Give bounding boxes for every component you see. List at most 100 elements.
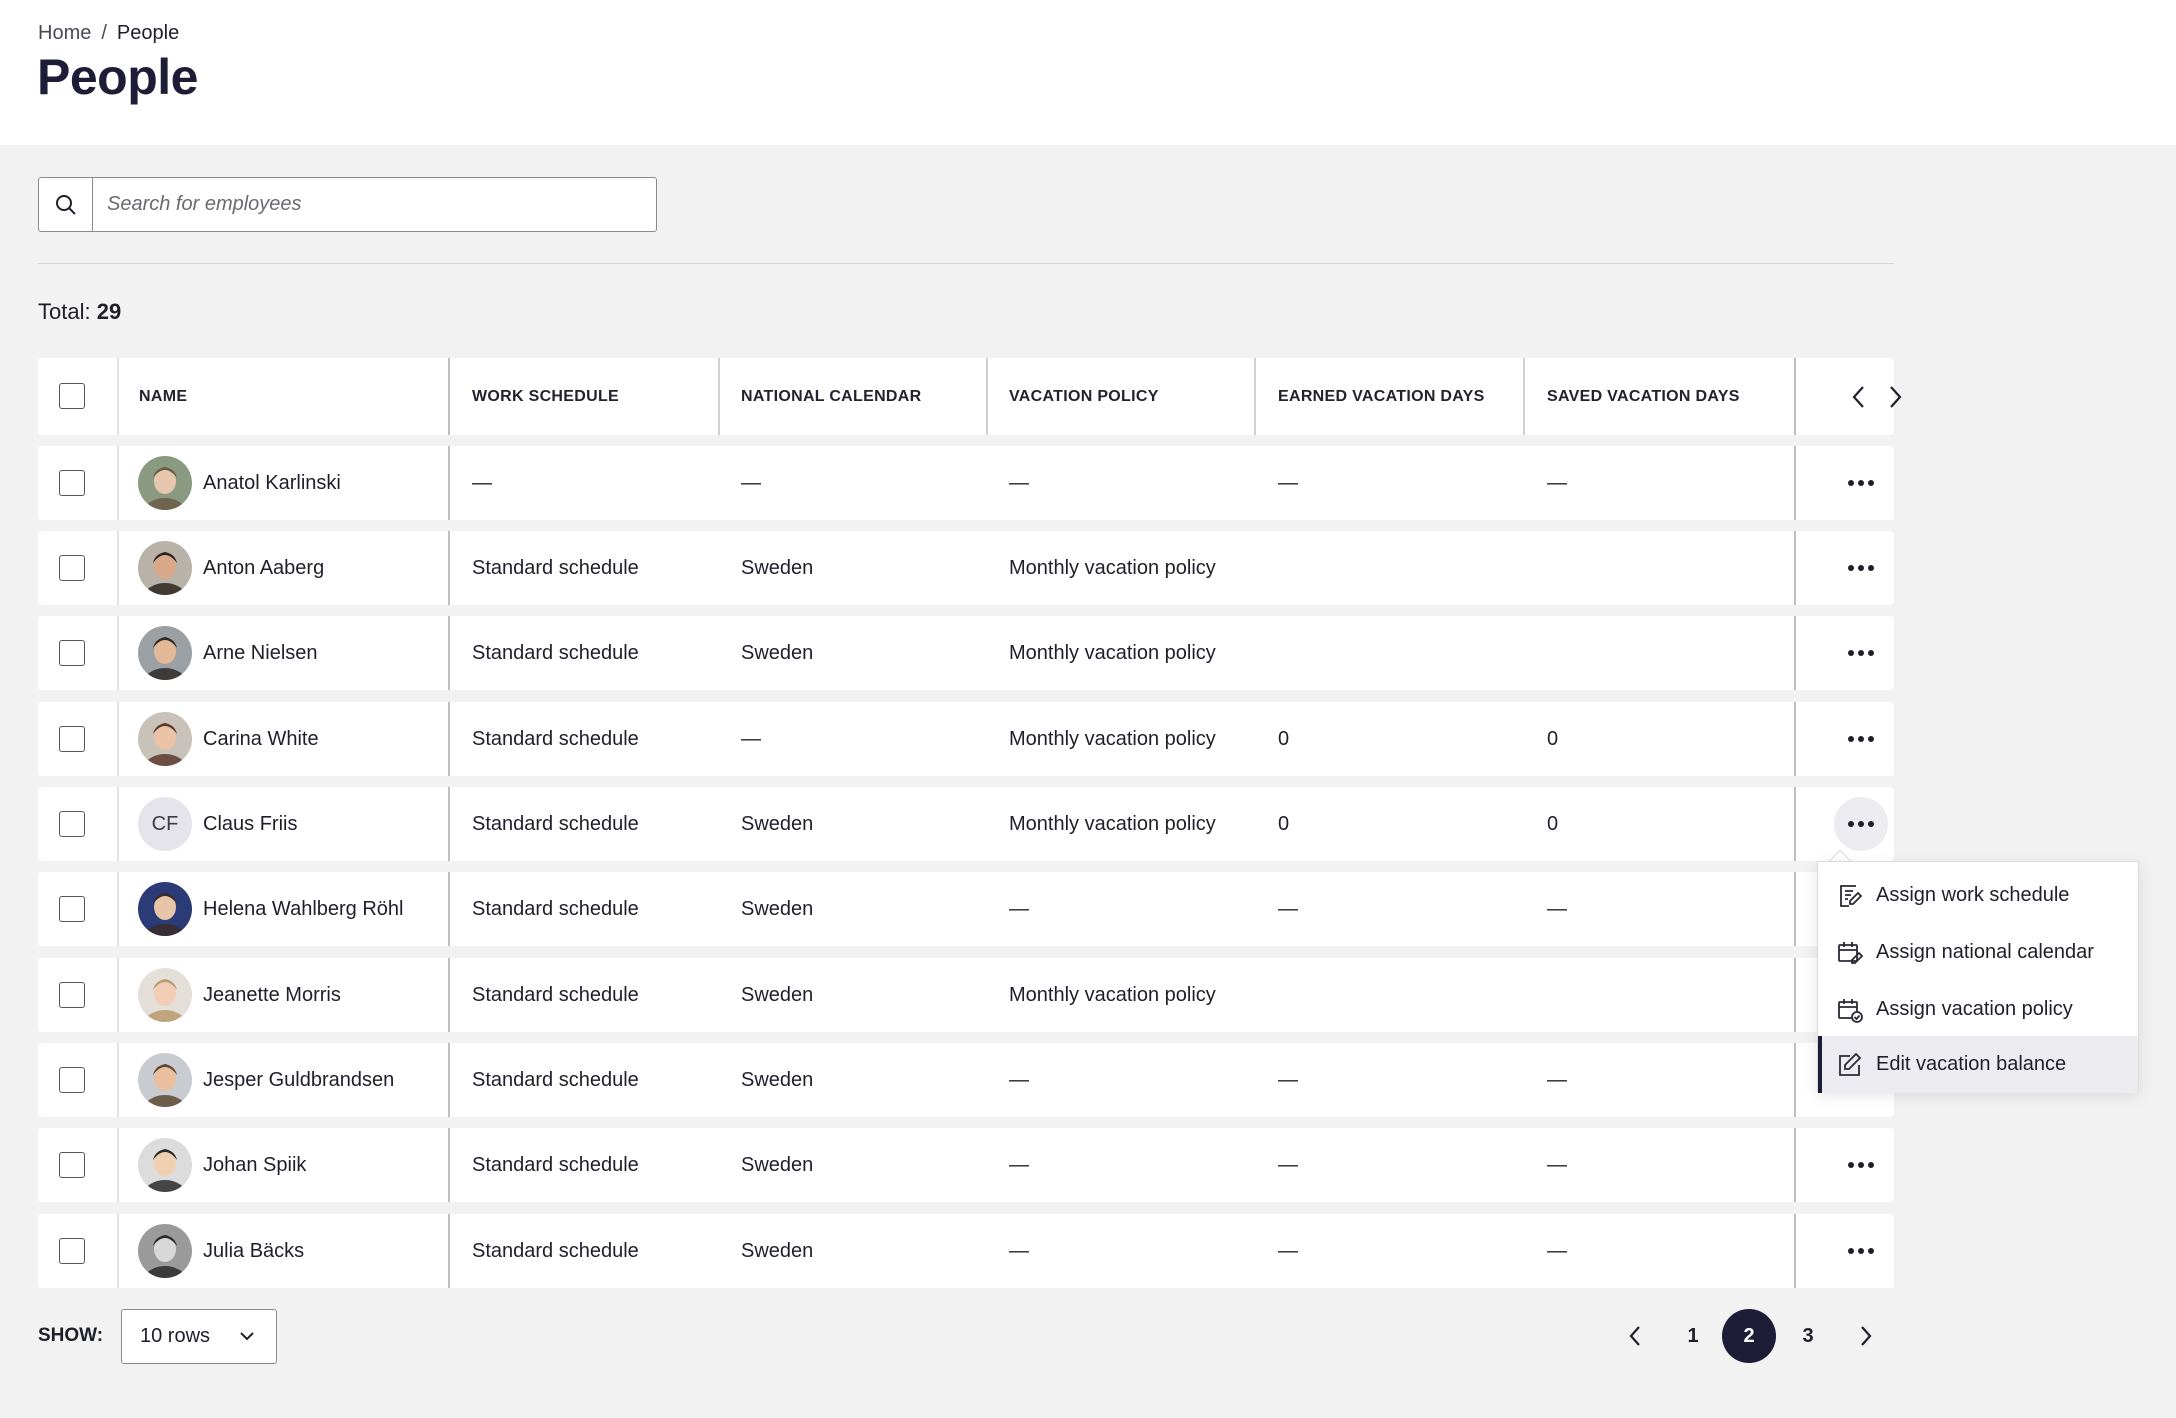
employee-name[interactable]: Anton Aaberg [203, 531, 324, 605]
column-divider [448, 358, 450, 435]
column-divider [448, 787, 450, 861]
row-actions-button[interactable] [1834, 1224, 1888, 1278]
row-actions-button[interactable] [1834, 541, 1888, 595]
menu-item-edit-vacation-balance[interactable]: Edit vacation balance [1818, 1036, 2138, 1093]
employee-name[interactable]: Johan Spiik [203, 1128, 306, 1202]
vacation-policy-cell: Monthly vacation policy [1009, 983, 1216, 1006]
table-row[interactable]: Helena Wahlberg Röhl Standard schedule Swe… [38, 872, 1894, 946]
column-header-name[interactable]: NAME [139, 358, 187, 435]
row-actions-button[interactable] [1834, 797, 1888, 851]
search-input[interactable] [93, 178, 656, 231]
national-calendar-cell: Sweden [741, 897, 814, 920]
chevron-left-icon[interactable] [1848, 383, 1870, 411]
column-divider [117, 1043, 119, 1117]
table-row[interactable]: Anton Aaberg Standard schedule Sweden Month… [38, 531, 1894, 605]
select-all-checkbox[interactable] [59, 383, 85, 409]
page-3-button[interactable]: 3 [1791, 1309, 1825, 1363]
page-1-button[interactable]: 1 [1676, 1309, 1710, 1363]
row-actions-button[interactable] [1834, 626, 1888, 680]
rows-per-page-select[interactable]: 10 rows [121, 1309, 277, 1364]
column-header-work-schedule[interactable]: WORK SCHEDULE [472, 358, 619, 435]
avatar-photo [138, 882, 192, 936]
avatar [138, 968, 192, 1022]
saved-vacation-days-cell: — [1547, 1068, 1567, 1091]
row-checkbox[interactable] [59, 555, 85, 581]
avatar [138, 712, 192, 766]
vacation-policy-cell: — [1009, 471, 1029, 494]
column-header-saved-vacation-days[interactable]: SAVED VACATION DAYS [1547, 358, 1740, 435]
avatar [138, 626, 192, 680]
employee-name[interactable]: Anatol Karlinski [203, 446, 341, 520]
table-row[interactable]: Carina White Standard schedule — Monthly va… [38, 702, 1894, 776]
table-row[interactable]: Julia Bäcks Standard schedule Sweden — — — [38, 1214, 1894, 1288]
row-checkbox[interactable] [59, 726, 85, 752]
search-button[interactable] [39, 178, 93, 231]
employee-name[interactable]: Arne Nielsen [203, 616, 318, 690]
table-row[interactable]: Jeanette Morris Standard schedule Sweden Mo… [38, 958, 1894, 1032]
search-icon [55, 194, 76, 215]
row-actions-button[interactable] [1834, 456, 1888, 510]
row-checkbox[interactable] [59, 1238, 85, 1264]
rows-per-page-label: SHOW: [38, 1325, 104, 1346]
table-row[interactable]: Anatol Karlinski — — — — — [38, 446, 1894, 520]
column-header-vacation-policy[interactable]: VACATION POLICY [1009, 358, 1159, 435]
employee-search [38, 177, 657, 232]
more-icon [1848, 821, 1874, 827]
employee-name[interactable]: Julia Bäcks [203, 1214, 304, 1288]
vacation-policy-cell: — [1009, 1239, 1029, 1262]
table-row[interactable]: CF Claus Friis Standard schedule Sweden Mont… [38, 787, 1894, 861]
more-icon [1848, 1248, 1874, 1254]
breadcrumb-home-link[interactable]: Home [38, 22, 91, 45]
next-page-button[interactable] [1849, 1309, 1883, 1363]
row-checkbox[interactable] [59, 811, 85, 837]
chevron-right-icon [1861, 1326, 1872, 1346]
row-actions-button[interactable] [1834, 712, 1888, 766]
total-count: Total: 29 [38, 299, 121, 325]
menu-item-assign-vacation-policy[interactable]: Assign vacation policy [1818, 981, 2138, 1038]
row-actions-button[interactable] [1834, 1138, 1888, 1192]
earned-vacation-days-cell: — [1278, 897, 1298, 920]
rows-per-page-value: 10 rows [140, 1325, 211, 1347]
more-icon [1848, 1162, 1874, 1168]
avatar [138, 1053, 192, 1107]
employee-name[interactable]: Claus Friis [203, 787, 297, 861]
row-actions-menu: Assign work schedule Assign national cal… [1817, 861, 2139, 1093]
column-header-national-calendar[interactable]: NATIONAL CALENDAR [741, 358, 922, 435]
avatar-photo [138, 712, 192, 766]
row-checkbox[interactable] [59, 982, 85, 1008]
work-schedule-cell: Standard schedule [472, 641, 639, 664]
column-divider [1794, 702, 1796, 776]
row-checkbox[interactable] [59, 1152, 85, 1178]
table-row[interactable]: Jesper Guldbrandsen Standard schedule Swed… [38, 1043, 1894, 1117]
avatar [138, 456, 192, 510]
employee-name[interactable]: Jeanette Morris [203, 958, 341, 1032]
employee-name[interactable]: Carina White [203, 702, 319, 776]
employee-name[interactable]: Jesper Guldbrandsen [203, 1043, 394, 1117]
row-checkbox[interactable] [59, 1067, 85, 1093]
column-divider [117, 531, 119, 605]
work-schedule-cell: Standard schedule [472, 1239, 639, 1262]
national-calendar-cell: Sweden [741, 556, 814, 579]
previous-page-button[interactable] [1618, 1309, 1652, 1363]
chevron-right-icon[interactable] [1884, 383, 1906, 411]
avatar [138, 1138, 192, 1192]
column-divider [117, 446, 119, 520]
column-divider [448, 1214, 450, 1288]
row-checkbox[interactable] [59, 640, 85, 666]
vacation-policy-cell: — [1009, 897, 1029, 920]
page-2-button[interactable]: 2 [1722, 1309, 1776, 1363]
avatar-photo [138, 968, 192, 1022]
avatar-photo [138, 541, 192, 595]
column-divider [117, 872, 119, 946]
table-row[interactable]: Johan Spiik Standard schedule Sweden — — — [38, 1128, 1894, 1202]
earned-vacation-days-cell: 0 [1278, 812, 1290, 835]
row-checkbox[interactable] [59, 896, 85, 922]
menu-item-assign-national-calendar[interactable]: Assign national calendar [1818, 924, 2138, 981]
column-header-earned-vacation-days[interactable]: EARNED VACATION DAYS [1278, 358, 1485, 435]
row-checkbox[interactable] [59, 470, 85, 496]
menu-item-assign-work-schedule[interactable]: Assign work schedule [1818, 867, 2138, 924]
table-row[interactable]: Arne Nielsen Standard schedule Sweden Month… [38, 616, 1894, 690]
divider [38, 263, 1894, 264]
avatar-photo [138, 456, 192, 510]
employee-name[interactable]: Helena Wahlberg Röhl [203, 872, 403, 946]
